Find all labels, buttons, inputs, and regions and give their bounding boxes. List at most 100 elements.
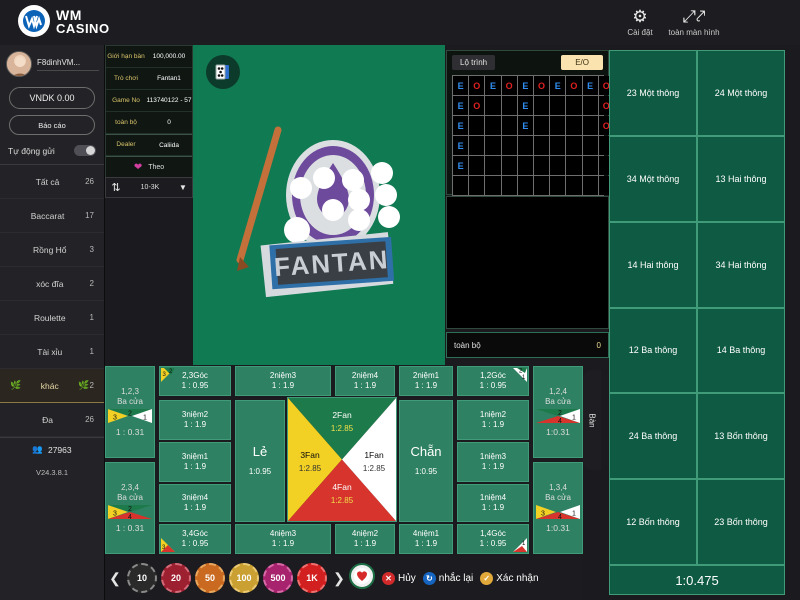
right-bet-cell-6[interactable]: 12 Ba thông: [609, 307, 697, 394]
right-bet-panel: 23 Một thông 24 Một thông 34 Một thông 13 H…: [609, 50, 785, 565]
roadmap-cell-0-0: E: [453, 76, 469, 95]
right-bet-cell-11[interactable]: 23 Bốn thông: [697, 479, 785, 565]
auto-send-label: Tự động gửi: [8, 145, 55, 156]
bet-3niem1[interactable]: 3niệm1 1 : 1.9: [159, 442, 231, 482]
game-video-area[interactable]: FANTAN: [193, 45, 445, 365]
right-bet-cell-2[interactable]: 34 Một thông: [609, 135, 697, 222]
bet-odds: 1 : 1.9: [414, 380, 438, 390]
roadmap-cell-2-0: E: [453, 116, 469, 135]
chevron-left-icon[interactable]: ❮: [105, 570, 125, 587]
sidebar-item-xóc-đĩa[interactable]: xóc đĩa 2: [0, 267, 104, 301]
sidebar-item-roulette[interactable]: Roulette 1: [0, 301, 104, 335]
bet-corner-34[interactable]: 3 3,4Góc 1 : 0.95: [159, 524, 231, 554]
bet-odds: 1:0.95: [414, 467, 438, 477]
right-bet-cell-4[interactable]: 14 Hai thông: [609, 221, 697, 308]
bet-corner-12[interactable]: 2 1 1,2Góc 1 : 0.95: [457, 366, 529, 396]
svg-text:1: 1: [143, 415, 147, 422]
bet-2niem1[interactable]: 2niệm1 1 : 1.9: [399, 366, 453, 396]
bet-odds: 1 : 1.9: [481, 419, 505, 429]
right-bet-cell-1[interactable]: 24 Một thông: [697, 50, 785, 136]
bet-numbers: 1,2,4: [549, 386, 567, 396]
repeat-label: nhắc lại: [438, 572, 474, 584]
bet-name: 3niệm2: [181, 409, 209, 419]
auto-send-toggle[interactable]: [74, 145, 96, 156]
bet-name: 1,2Góc: [480, 370, 506, 380]
chip-selector: 10 20 50 100 500 1K: [125, 563, 329, 593]
repeat-button[interactable]: ↻ nhắc lại: [422, 571, 474, 585]
chip-500[interactable]: 500: [263, 563, 293, 593]
heart-chip-icon[interactable]: [349, 562, 375, 594]
roadmap-cell-2-1: [469, 116, 485, 135]
sidebar-item-count: 2: [89, 279, 94, 288]
bet-three-door-123[interactable]: 1,2,3 Ba cửa 3 2 1 1 : 0.31: [105, 366, 155, 458]
bottom-toolbar: ❮ 10 20 50 100 500 1K ❯ ✕ Hủy ↻ nhắc lại ✓ Xác nhậ…: [105, 556, 583, 600]
playing-card-icon[interactable]: [206, 55, 240, 89]
bet-even[interactable]: Chẵn 1:0.95: [399, 400, 453, 522]
bet-corner-14[interactable]: 1 1,4Góc 1 : 0.95: [457, 524, 529, 554]
bet-odds: 1 : 1.9: [481, 502, 505, 512]
bet-4niem3[interactable]: 4niệm3 1 : 1.9: [235, 524, 331, 554]
chip-20[interactable]: 20: [161, 563, 191, 593]
balance-button[interactable]: VNDK 0.00: [9, 87, 95, 109]
sidebar-item-rồng-hổ[interactable]: Rồng Hổ 3: [0, 233, 104, 267]
sidebar-item-baccarat[interactable]: Baccarat 17: [0, 199, 104, 233]
roadmap-cell-4-6: [550, 156, 566, 175]
bet-numbers: 1,2,3: [121, 386, 139, 396]
bet-1niem2[interactable]: 1niệm2 1 : 1.9: [457, 400, 529, 440]
right-bet-cell-10[interactable]: 12 Bốn thông: [609, 479, 697, 565]
fullscreen-button[interactable]: ⤢⤤ toàn màn hình: [662, 6, 726, 37]
table-list-tab[interactable]: Bàn: [583, 370, 601, 470]
bet-three-door-134[interactable]: 1,3,4 Ba cửa 3 4 1 1:0.31: [533, 462, 583, 554]
sidebar-item-label: Đa: [42, 414, 53, 425]
chip-10[interactable]: 10: [127, 563, 157, 593]
cancel-label: Hủy: [398, 572, 416, 584]
right-bet-cell-7[interactable]: 14 Ba thông: [697, 307, 785, 394]
sidebar-item-tài-xỉu[interactable]: Tài xỉu 1: [0, 335, 104, 369]
bet-1niem3[interactable]: 1niệm3 1 : 1.9: [457, 442, 529, 482]
bet-odd[interactable]: Lẻ 1:0.95: [235, 400, 285, 522]
report-button[interactable]: Báo cáo: [9, 115, 95, 135]
chevron-right-icon[interactable]: ❯: [329, 570, 349, 587]
right-bet-cell-3[interactable]: 13 Hai thông: [697, 135, 785, 222]
right-bet-cell-5[interactable]: 34 Hai thông: [697, 221, 785, 308]
sidebar-item-tất-cả[interactable]: Tất cả 26: [0, 165, 104, 199]
sidebar-item-khác[interactable]: 🌿 khác 🌿 2: [0, 369, 104, 403]
bet-three-door-234[interactable]: 2,3,4 Ba cửa 3 2 4 1 : 0.31: [105, 462, 155, 554]
bet-odds: 1 : 1.9: [183, 419, 207, 429]
bet-1niem4[interactable]: 1niệm4 1 : 1.9: [457, 484, 529, 522]
sidebar-item-label: Baccarat: [30, 210, 65, 221]
roadmap-eo-tab[interactable]: E/O: [561, 54, 603, 70]
svg-text:1: 1: [572, 415, 576, 422]
bet-range-selector[interactable]: ⇅ 10-3K ▼: [105, 177, 193, 198]
chip-50[interactable]: 50: [195, 563, 225, 593]
roadmap-tab[interactable]: Lộ trình: [452, 54, 496, 70]
avatar[interactable]: [6, 51, 32, 77]
bet-odds: 1 : 0.95: [479, 538, 507, 548]
bet-corner-23[interactable]: 3 2 2,3Góc 1 : 0.95: [159, 366, 231, 396]
cancel-button[interactable]: ✕ Hủy: [382, 571, 416, 585]
sidebar-item-count: 1: [89, 313, 94, 322]
bet-2niem4[interactable]: 2niệm4 1 : 1.9: [335, 366, 395, 396]
brand-line-1: WM: [56, 6, 82, 23]
sidebar-nav: Tất cả 26 Baccarat 17 Rồng Hổ 3 xóc đĩa 2 Roulet…: [0, 165, 104, 437]
fan-diamond-graphic: [288, 398, 396, 521]
sidebar-item-đa[interactable]: Đa 26: [0, 403, 104, 437]
chip-100[interactable]: 100: [229, 563, 259, 593]
bet-three-door-124[interactable]: 1,2,4 Ba cửa 2 4 1 1:0.31: [533, 366, 583, 458]
corner-flag-icon: 2 1: [513, 368, 527, 382]
bet-odds: 1 : 1.9: [481, 461, 505, 471]
follow-row[interactable]: ❤ Theo: [106, 156, 192, 178]
bet-4niem1[interactable]: 4niệm1 1 : 1.9: [399, 524, 453, 554]
bet-2niem3[interactable]: 2niệm3 1 : 1.9: [235, 366, 331, 396]
bet-4niem2[interactable]: 4niệm2 1 : 1.9: [335, 524, 395, 554]
right-bet-cell-9[interactable]: 13 Bốn thông: [697, 393, 785, 480]
bet-3niem4[interactable]: 3niệm4 1 : 1.9: [159, 484, 231, 522]
brand-logo: WM CASINO: [18, 5, 110, 37]
bet-type: Ba cửa: [117, 492, 143, 502]
right-bet-cell-0[interactable]: 23 Một thông: [609, 50, 697, 136]
right-bet-cell-8[interactable]: 24 Ba thông: [609, 393, 697, 480]
bet-3niem2[interactable]: 3niệm2 1 : 1.9: [159, 400, 231, 440]
auto-send-row[interactable]: Tự động gửi: [0, 135, 104, 165]
chip-1K[interactable]: 1K: [297, 563, 327, 593]
confirm-button[interactable]: ✓ Xác nhận: [480, 571, 539, 585]
